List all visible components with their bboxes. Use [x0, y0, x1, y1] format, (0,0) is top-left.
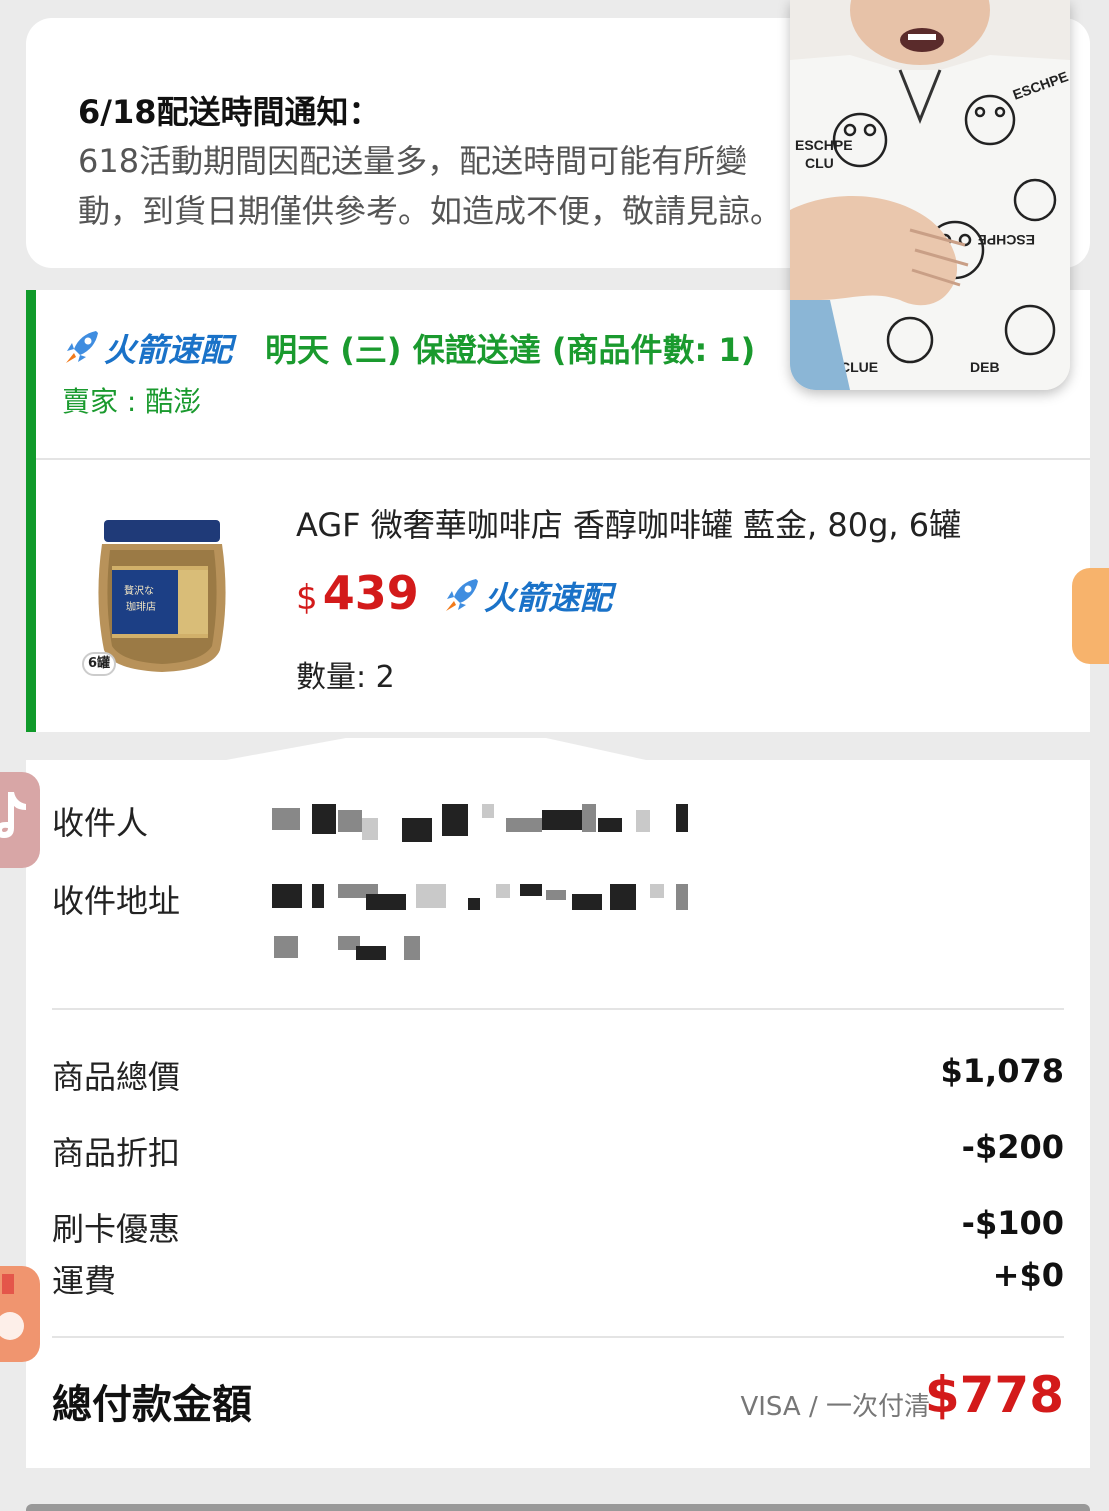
svg-text:ESCHPE: ESCHPE: [977, 232, 1035, 248]
shipment-accent-stripe: [26, 290, 36, 732]
svg-text:CLU: CLU: [805, 155, 834, 171]
price-rocket-label: 火箭速配: [483, 579, 612, 617]
notice-body: 618活動期間因配送量多，配送時間可能有所變動，到貨日期僅供參考。如造成不便，敬…: [78, 142, 783, 230]
receipt-tear-edge: [26, 738, 1090, 762]
tiktok-icon: [0, 792, 26, 838]
video-frame-image: ESCHPE CLU ESCHPE ESCHPE CLUE DEB: [790, 0, 1070, 390]
floating-gift-button[interactable]: [0, 1266, 40, 1362]
subtotal-value: $1,078: [940, 1052, 1064, 1090]
card-divider: [36, 458, 1090, 460]
rocket-delivery-label: 火箭速配: [104, 331, 233, 369]
delivery-guarantee: 明天 (三) 保證送達 (商品件數: 1): [265, 331, 756, 369]
summary-divider-top: [52, 1008, 1064, 1010]
product-price: 439: [322, 566, 419, 620]
floating-promo-button[interactable]: [1072, 568, 1109, 664]
rocket-delivery-badge: 火箭速配: [62, 331, 243, 369]
svg-text:珈琲店: 珈琲店: [126, 600, 156, 613]
subtotal-label: 商品總價: [52, 1058, 181, 1096]
seller-label: 賣家 : 酷澎: [62, 385, 202, 418]
total-payment-label: 總付款金額: [52, 1382, 252, 1428]
order-summary-card: 收件人 收件地址 商品總價 $1,078 商品折扣 -$200 刷卡優惠 -$1…: [26, 760, 1090, 1468]
recipient-address-label: 收件地址: [52, 882, 181, 920]
bottom-bar: [26, 1504, 1090, 1511]
rocket-icon: [66, 331, 98, 363]
shipping-fee-value: +$0: [992, 1256, 1064, 1294]
product-name[interactable]: AGF 微奢華咖啡店 香醇咖啡罐 藍金, 80g, 6罐: [296, 500, 961, 546]
total-payment-value: $778: [924, 1366, 1064, 1424]
card-offer-label: 刷卡優惠: [52, 1210, 181, 1248]
summary-divider-bottom: [52, 1336, 1064, 1338]
svg-text:贅沢な: 贅沢な: [124, 584, 154, 597]
discount-label: 商品折扣: [52, 1134, 181, 1172]
price-currency: $: [296, 578, 318, 618]
floating-tiktok-button[interactable]: [0, 772, 40, 868]
gift-icon: [0, 1274, 24, 1340]
discount-value: -$200: [961, 1128, 1064, 1166]
price-row: $ 439 火箭速配: [296, 566, 612, 620]
product-quantity: 數量: 2: [296, 660, 395, 695]
svg-text:ESCHPE: ESCHPE: [795, 137, 853, 153]
shipment-header: 火箭速配 明天 (三) 保證送達 (商品件數: 1): [62, 326, 755, 374]
video-overlay[interactable]: ESCHPE CLU ESCHPE ESCHPE CLUE DEB: [790, 0, 1070, 390]
svg-text:DEB: DEB: [970, 359, 1000, 375]
rocket-icon: [445, 579, 478, 611]
price-rocket-badge: 火箭速配: [442, 579, 612, 617]
shipping-fee-label: 運費: [52, 1262, 117, 1300]
product-pack-badge: 6罐: [82, 652, 116, 676]
card-offer-value: -$100: [961, 1204, 1064, 1242]
payment-method: VISA / 一次付清: [740, 1392, 930, 1422]
recipient-name-label: 收件人: [52, 804, 149, 842]
